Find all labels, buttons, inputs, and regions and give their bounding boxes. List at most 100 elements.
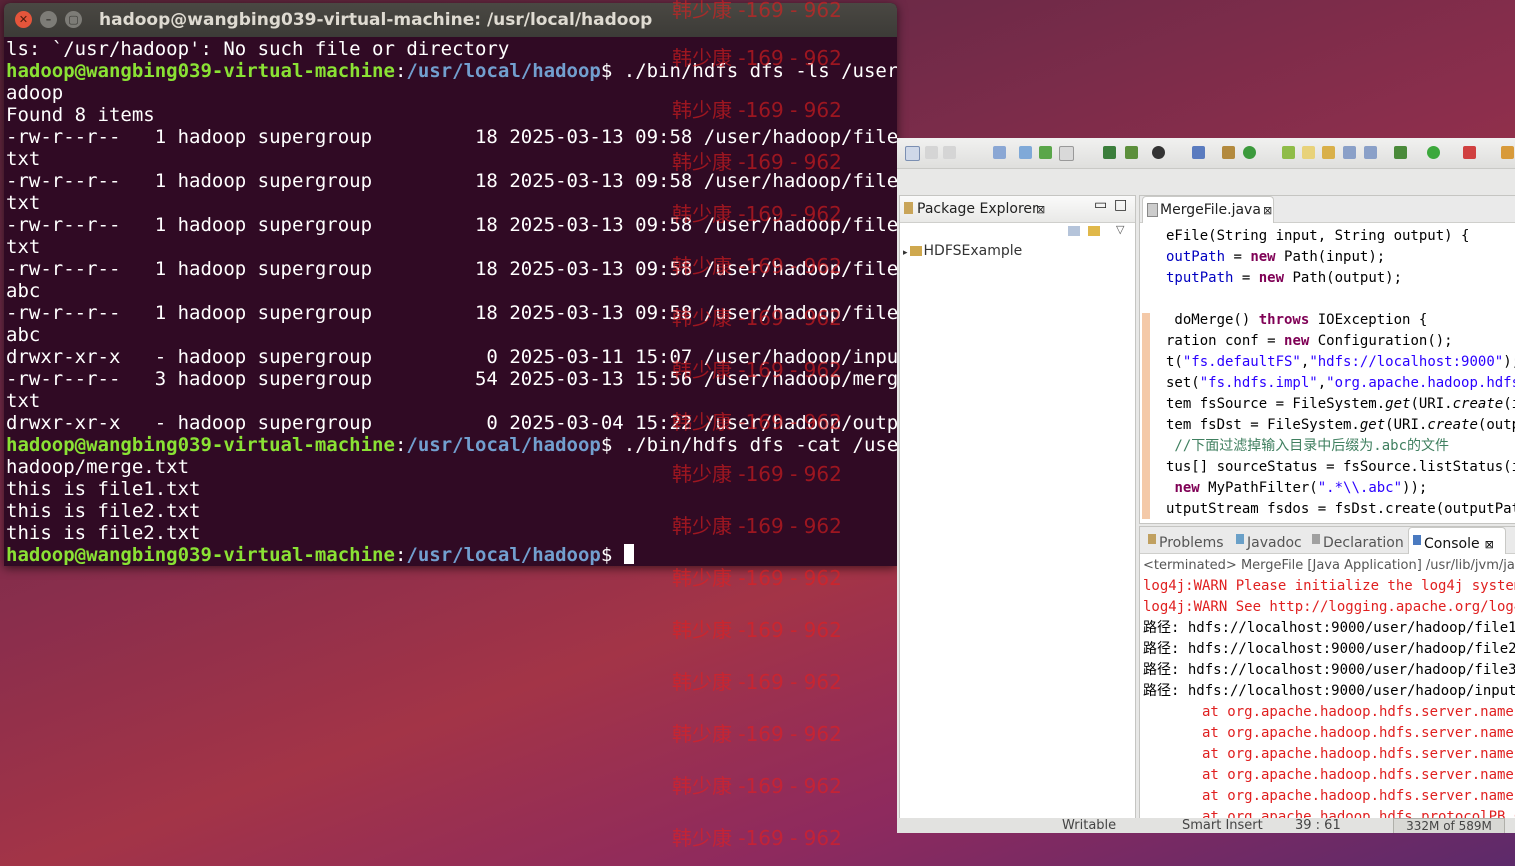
tab-declaration[interactable]: Declaration	[1308, 527, 1408, 553]
console-icon	[1413, 535, 1421, 545]
code-token: ".*\\.abc"	[1317, 480, 1403, 496]
annotation-icon[interactable]	[1322, 146, 1335, 159]
minimize-icon[interactable]: ▭	[1094, 197, 1107, 213]
code-area[interactable]: eFile(String input, String output) { outP…	[1140, 226, 1515, 520]
maximize-window-button[interactable]: ▢	[65, 11, 82, 28]
toggle-icon[interactable]	[1343, 146, 1356, 159]
prompt-path: /usr/local/hadoop	[406, 544, 601, 566]
external-tools-icon[interactable]	[1394, 146, 1407, 159]
code-token: Configuration();	[1309, 333, 1453, 349]
tab-package-explorer[interactable]: Package Explorer ⊠ ▭ □	[900, 196, 1135, 223]
code-token: "fs.hdfs.impl"	[1199, 375, 1318, 391]
tab-console[interactable]: Console ⊠	[1408, 527, 1506, 554]
watermark-text: 韩少康 -169 - 962	[672, 618, 842, 642]
code-token: );	[1503, 354, 1515, 370]
code-line: //下面过滤掉输入目录中后缀为.abc的文件	[1140, 436, 1515, 457]
code-token: (URI.	[1385, 417, 1428, 433]
watermark-text: 韩少康 -169 - 962	[672, 150, 842, 174]
tab-javadoc[interactable]: Javadoc	[1232, 527, 1306, 553]
link-editor-icon[interactable]	[1088, 226, 1100, 236]
code-line: eFile(String input, String output) {	[1140, 226, 1515, 247]
console-line: at org.apache.hadoop.hdfs.server.namen	[1143, 725, 1515, 741]
view-menu-icon[interactable]: ▽	[1116, 223, 1124, 236]
tab-label: Javadoc	[1247, 535, 1302, 551]
code-token: ,	[1317, 375, 1327, 391]
code-token: IOException {	[1309, 312, 1428, 328]
console-panel[interactable]: Problems Javadoc Declaration Console ⊠ <term…	[1139, 526, 1515, 822]
outline-icon[interactable]	[1364, 146, 1377, 159]
tab-label: Console	[1424, 536, 1480, 552]
debug-icon[interactable]	[1152, 146, 1165, 159]
console-line: 路径: hdfs://localhost:9000/user/hadoop/in…	[1143, 683, 1515, 699]
tab-label: Declaration	[1323, 535, 1404, 551]
code-token: =	[1233, 270, 1259, 286]
console-line: at org.apache.hadoop.hdfs.server.namen	[1143, 767, 1515, 783]
terminal-icon[interactable]	[1019, 146, 1032, 159]
code-token: t(	[1166, 354, 1183, 370]
close-icon[interactable]: ⊠	[1263, 204, 1272, 217]
maximize-icon[interactable]: □	[1114, 197, 1127, 213]
code-token: new	[1258, 270, 1285, 286]
code-token: get	[1359, 417, 1386, 433]
package-icon[interactable]	[1222, 146, 1235, 159]
new-class-icon[interactable]	[1243, 146, 1256, 159]
refresh-icon[interactable]	[1103, 146, 1116, 159]
code-editor-panel[interactable]: MergeFile.java ⊠ eFile(String input, Str…	[1139, 195, 1515, 524]
status-cursor-position: 39 : 61	[1295, 818, 1341, 833]
close-icon[interactable]: ⊠	[1485, 538, 1494, 551]
command-text	[612, 544, 623, 566]
code-token: new	[1174, 480, 1200, 496]
code-token: MyPathFilter(	[1199, 480, 1318, 496]
code-line: new MyPathFilter(".*\\.abc"));	[1140, 478, 1515, 499]
problems-icon	[1148, 534, 1156, 544]
code-token: "hdfs://localhost:9000"	[1309, 354, 1504, 370]
status-bar: Writable Smart Insert 39 : 61 332M of 58…	[897, 818, 1515, 833]
open-type-icon[interactable]	[1059, 146, 1074, 161]
close-window-button[interactable]: ✕	[15, 11, 32, 28]
save-all-icon[interactable]	[943, 146, 956, 159]
console-line: at org.apache.hadoop.hdfs.server.namen	[1143, 704, 1515, 720]
pointer-icon[interactable]	[1192, 146, 1205, 159]
watermark-text: 韩少康 -169 - 962	[672, 826, 842, 850]
minimize-window-button[interactable]: –	[40, 11, 57, 28]
code-line: utputStream fsdos = fsDst.create(outputP…	[1140, 499, 1515, 520]
eclipse-window[interactable]: Package Explorer ⊠ ▭ □ ▽ ▸ HDFSExample Me…	[897, 138, 1515, 833]
javadoc-icon	[1236, 534, 1244, 544]
console-line: at org.apache.hadoop.hdfs.server.namen	[1143, 788, 1515, 804]
eclipse-toolbar[interactable]	[897, 138, 1515, 169]
tab-mergefile-java[interactable]: MergeFile.java ⊠	[1142, 196, 1274, 223]
watermark-text: 韩少康 -169 - 962	[672, 0, 842, 22]
watermark-text: 韩少康 -169 - 962	[672, 566, 842, 590]
package-explorer-panel[interactable]: Package Explorer ⊠ ▭ □ ▽ ▸ HDFSExample	[899, 195, 1136, 822]
new-icon[interactable]	[905, 146, 920, 161]
code-token: tem fsSource = FileSystem.	[1166, 396, 1386, 412]
stop-icon[interactable]	[1463, 146, 1476, 159]
close-icon[interactable]: ⊠	[1036, 203, 1045, 216]
run-icon[interactable]	[1427, 146, 1440, 159]
tab-problems[interactable]: Problems	[1144, 527, 1228, 553]
code-line: outPath = new Path(input);	[1140, 247, 1515, 268]
prompt-separator: :	[394, 434, 407, 456]
project-tree-item[interactable]: ▸ HDFSExample	[903, 243, 1022, 259]
code-line: tem fsDst = FileSystem.get(URI.create(ou…	[1140, 415, 1515, 436]
console-output[interactable]: <terminated> MergeFile [Java Application…	[1143, 555, 1515, 821]
code-token: "org.apache.hadoop.hdfs.D	[1326, 375, 1515, 391]
perspective-icon[interactable]	[1501, 146, 1514, 159]
expand-arrow-icon[interactable]: ▸	[903, 248, 908, 258]
print-icon[interactable]	[993, 146, 1006, 159]
marker-icon[interactable]	[1302, 146, 1315, 159]
terminal-output-line: abc	[6, 280, 41, 302]
build-icon[interactable]	[1039, 146, 1052, 159]
save-icon[interactable]	[925, 146, 938, 159]
code-token: new	[1250, 249, 1276, 265]
code-line: tus[] sourceStatus = fsSource.listStatus…	[1140, 457, 1515, 478]
heap-status[interactable]: 332M of 589M	[1393, 818, 1505, 833]
code-token: Path(input);	[1275, 249, 1386, 265]
prompt-path: /usr/local/hadoop	[406, 60, 601, 82]
code-token: (inp	[1503, 396, 1515, 412]
collapse-all-icon[interactable]	[1068, 226, 1080, 236]
task-icon[interactable]	[1125, 146, 1138, 159]
search-icon[interactable]	[1282, 146, 1295, 159]
code-token: eFile(String input, String output) {	[1166, 228, 1470, 244]
code-token: throws	[1258, 312, 1310, 328]
